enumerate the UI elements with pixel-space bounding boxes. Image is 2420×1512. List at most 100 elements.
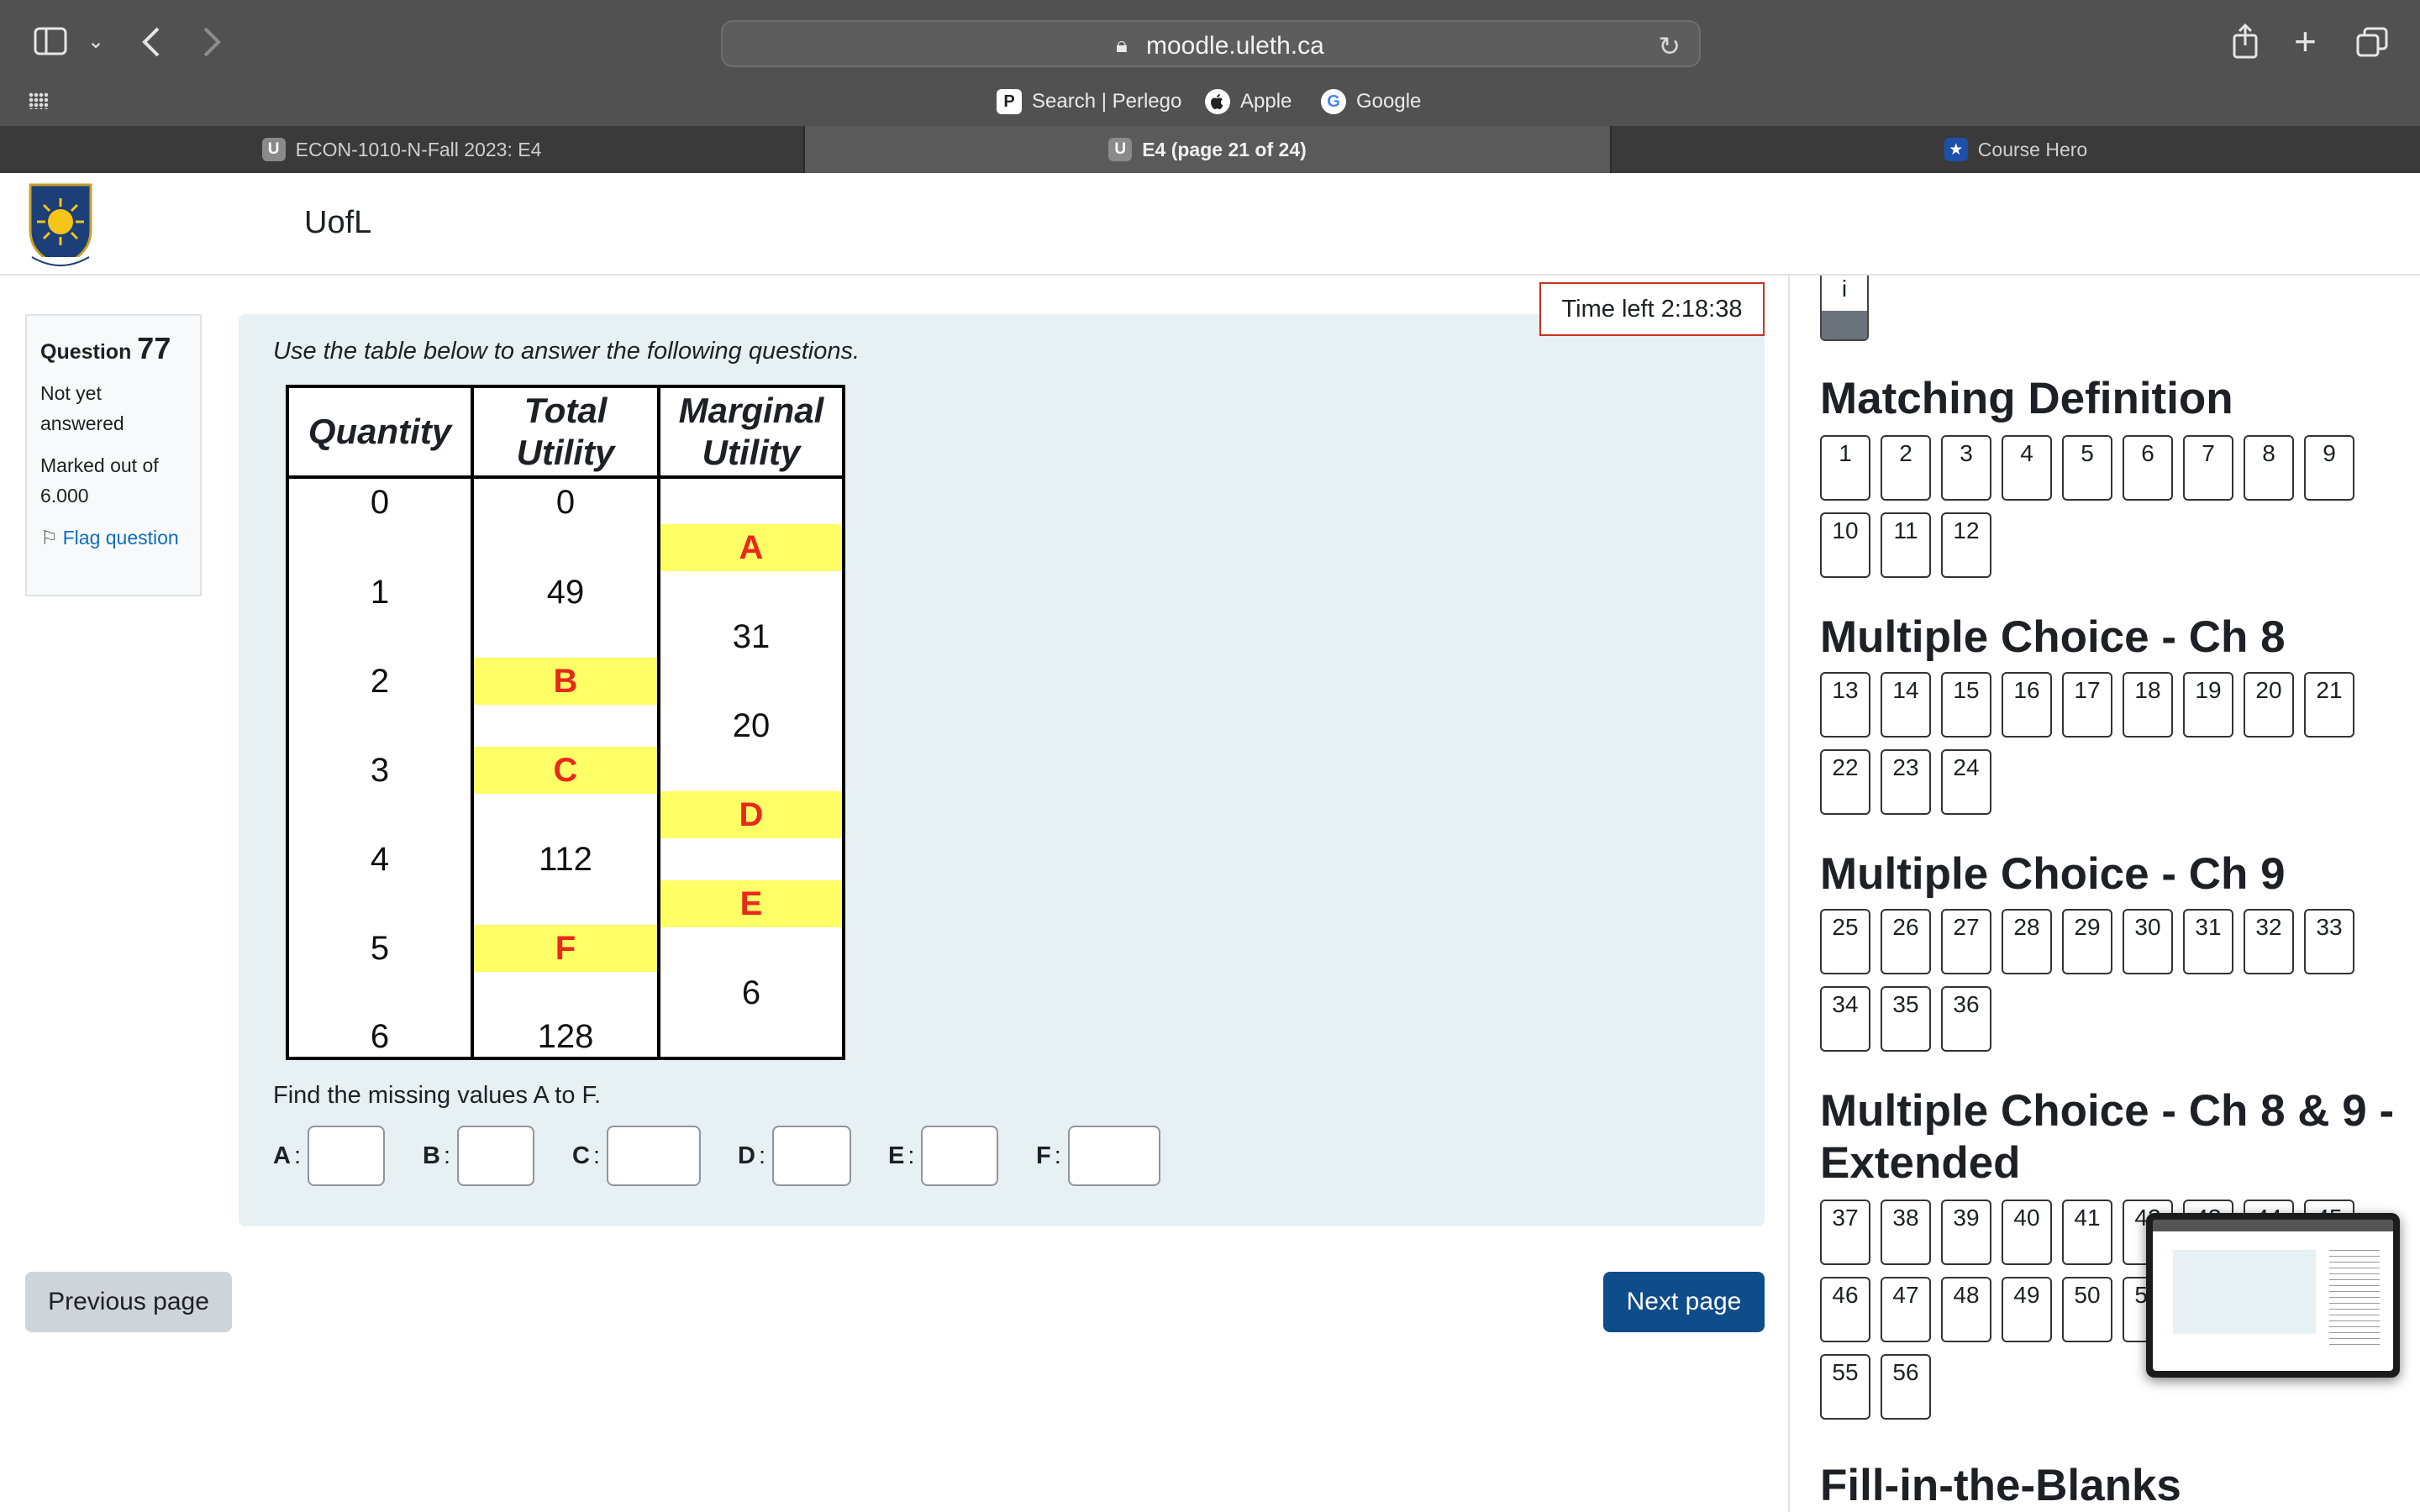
answer-input-a[interactable] (308, 1126, 386, 1186)
tab-econ-course[interactable]: U ECON-1010-N-Fall 2023: E4 (0, 126, 805, 173)
answer-label: A (273, 1142, 291, 1169)
nav-question-button[interactable]: 1 (1820, 435, 1870, 501)
nav-question-button[interactable]: 41 (2062, 1200, 2112, 1265)
nav-question-button[interactable]: 55 (1820, 1354, 1870, 1420)
nav-question-button[interactable]: 48 (1941, 1277, 1991, 1342)
next-page-button[interactable]: Next page (1603, 1272, 1765, 1332)
nav-question-button[interactable]: 27 (1941, 909, 1991, 974)
favorite-perlego[interactable]: P Search | Perlego (997, 86, 1181, 118)
find-instruction: Find the missing values A to F. (273, 1082, 602, 1109)
nav-info-button[interactable]: i (1820, 276, 1869, 341)
nav-question-button[interactable]: 9 (2304, 435, 2354, 501)
nav-question-button[interactable]: 33 (2304, 909, 2354, 974)
nav-question-button[interactable]: 21 (2304, 672, 2354, 738)
nav-question-button[interactable]: 20 (2244, 672, 2294, 738)
nav-question-button[interactable]: 28 (2002, 909, 2052, 974)
nav-question-button[interactable]: 30 (2123, 909, 2173, 974)
nav-question-button[interactable]: 14 (1881, 672, 1931, 738)
nav-question-button[interactable]: 18 (2123, 672, 2173, 738)
nav-question-button[interactable]: 24 (1941, 749, 1991, 815)
tab-label: E4 (page 21 of 24) (1142, 138, 1307, 160)
nav-question-button[interactable]: 4 (2002, 435, 2052, 501)
column-header: Quantity (289, 388, 471, 479)
nav-question-button[interactable]: 32 (2244, 909, 2294, 974)
nav-question-button[interactable]: 29 (2062, 909, 2112, 974)
flag-question-link[interactable]: ⚐ Flag question (40, 522, 187, 553)
nav-question-button[interactable]: 23 (1881, 749, 1931, 815)
back-icon[interactable] (141, 25, 161, 64)
nav-question-button[interactable]: 2 (1881, 435, 1931, 501)
uleth-tab-icon: U (261, 138, 286, 161)
nav-section-title: Fill-in-the-Blanks (1820, 1461, 2181, 1510)
table-cell: 2 (370, 662, 390, 700)
nav-question-button[interactable]: 13 (1820, 672, 1870, 738)
nav-question-button[interactable]: 50 (2062, 1277, 2112, 1342)
nav-question-button[interactable]: 25 (1820, 909, 1870, 974)
answer-group-c: C: (572, 1126, 702, 1186)
nav-question-button[interactable]: 12 (1941, 512, 1991, 578)
nav-info-label: i (1841, 276, 1848, 302)
nav-question-button[interactable]: 36 (1941, 986, 1991, 1052)
address-bar[interactable]: 🔒︎ moodle.uleth.ca ↻ (721, 20, 1701, 67)
nav-question-button[interactable]: 56 (1881, 1354, 1931, 1420)
table-cell-missing: B (474, 658, 657, 705)
tab-e4-quiz[interactable]: U E4 (page 21 of 24) (805, 126, 1612, 173)
new-tab-icon[interactable]: + (2294, 22, 2317, 60)
nav-question-button[interactable]: 22 (1820, 749, 1870, 815)
nav-question-button[interactable]: 17 (2062, 672, 2112, 738)
table-cell: 1 (370, 573, 390, 611)
answer-input-f[interactable] (1067, 1126, 1160, 1186)
table-cell: 5 (370, 929, 390, 967)
answer-group-e: E: (888, 1126, 999, 1186)
favorite-apple[interactable]: Apple (1205, 86, 1292, 118)
question-label: Question (40, 340, 132, 364)
favorite-google[interactable]: G Google (1321, 86, 1421, 118)
nav-question-button[interactable]: 47 (1881, 1277, 1931, 1342)
nav-question-button[interactable]: 37 (1820, 1200, 1870, 1265)
forward-icon[interactable] (202, 25, 222, 64)
nav-question-button[interactable]: 34 (1820, 986, 1870, 1052)
table-cell: 6 (741, 974, 761, 1011)
nav-question-button[interactable]: 39 (1941, 1200, 1991, 1265)
answer-input-d[interactable] (772, 1126, 852, 1186)
nav-question-button[interactable]: 19 (2183, 672, 2233, 738)
nav-question-button[interactable]: 38 (1881, 1200, 1931, 1265)
column-header-text: Marginal Utility (678, 391, 824, 472)
nav-question-button[interactable]: 31 (2183, 909, 2233, 974)
utility-table: Quantity 0 1 2 3 4 5 6 Total Utility 0 4… (286, 385, 845, 1060)
nav-question-button[interactable]: 6 (2123, 435, 2173, 501)
answer-input-e[interactable] (921, 1126, 999, 1186)
nav-question-button[interactable]: 26 (1881, 909, 1931, 974)
sidebar-toggle-icon[interactable] (34, 27, 67, 60)
table-cell: 128 (537, 1017, 594, 1055)
nav-question-button[interactable]: 35 (1881, 986, 1931, 1052)
tab-bar: U ECON-1010-N-Fall 2023: E4 U E4 (page 2… (0, 126, 2420, 173)
table-cell-missing: A (660, 524, 842, 571)
nav-question-button[interactable]: 10 (1820, 512, 1870, 578)
nav-question-button[interactable]: 40 (2002, 1200, 2052, 1265)
nav-question-button[interactable]: 8 (2244, 435, 2294, 501)
nav-question-button[interactable]: 46 (1820, 1277, 1870, 1342)
reload-icon[interactable]: ↻ (1658, 30, 1681, 62)
nav-question-button[interactable]: 5 (2062, 435, 2112, 501)
uleth-logo[interactable] (25, 180, 96, 270)
nav-info-flag (1822, 311, 1867, 339)
browser-toolbar: ⌄ 🔒︎ moodle.uleth.ca ↻ + (0, 0, 2420, 87)
nav-question-button[interactable]: 49 (2002, 1277, 2052, 1342)
tab-overview-icon[interactable] (2356, 27, 2388, 62)
nav-question-button[interactable]: 11 (1881, 512, 1931, 578)
answer-input-c[interactable] (607, 1126, 702, 1186)
tab-course-hero[interactable]: ★ Course Hero (1612, 126, 2420, 173)
share-icon[interactable] (2232, 23, 2259, 64)
nav-question-button[interactable]: 7 (2183, 435, 2233, 501)
flag-icon: ⚐ (40, 527, 58, 549)
chevron-down-icon[interactable]: ⌄ (87, 32, 104, 52)
answer-input-b[interactable] (457, 1126, 535, 1186)
nav-question-button[interactable]: 16 (2002, 672, 2052, 738)
previous-page-button[interactable]: Previous page (25, 1272, 232, 1332)
nav-question-button[interactable]: 15 (1941, 672, 1991, 738)
screenshot-thumbnail[interactable] (2146, 1213, 2400, 1378)
apple-icon (1205, 89, 1230, 114)
site-name[interactable]: UofL (304, 205, 371, 241)
nav-question-button[interactable]: 3 (1941, 435, 1991, 501)
